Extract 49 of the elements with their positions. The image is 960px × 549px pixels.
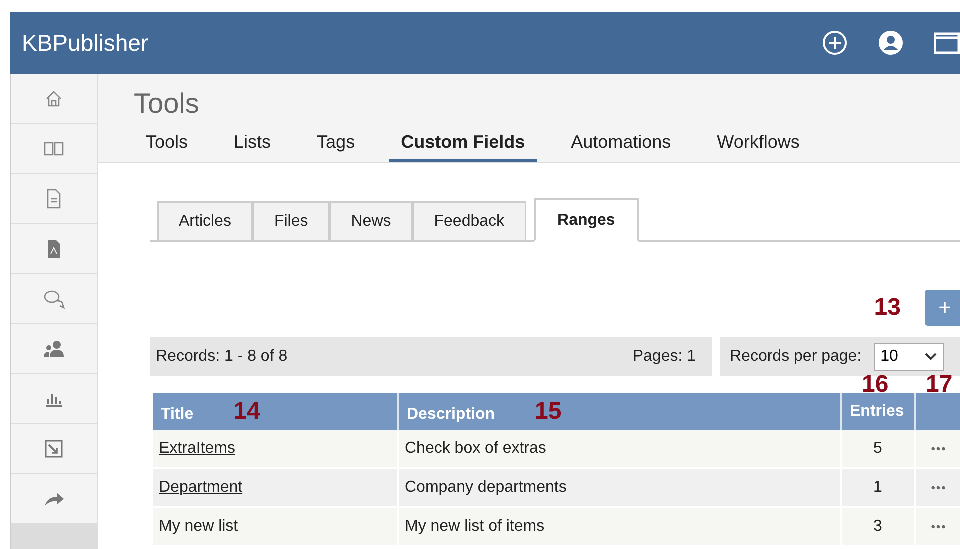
sub-tab[interactable]: Articles bbox=[157, 201, 252, 242]
share-icon bbox=[43, 490, 65, 506]
page-title: Tools bbox=[134, 88, 200, 120]
callout-number: 17 bbox=[926, 371, 953, 399]
window-icon[interactable] bbox=[934, 30, 960, 56]
entries-count: 5 bbox=[874, 440, 882, 456]
sub-tab[interactable]: News bbox=[329, 201, 412, 242]
nav-tab[interactable]: Custom Fields bbox=[389, 132, 538, 162]
sub-tab[interactable]: Files bbox=[252, 201, 330, 242]
book-icon bbox=[44, 140, 64, 156]
nav-tab[interactable]: Tools bbox=[134, 132, 200, 162]
user-icon[interactable] bbox=[878, 30, 904, 56]
description-text: Check box of extras bbox=[405, 440, 546, 456]
add-icon[interactable] bbox=[822, 30, 848, 56]
per-page-label: Records per page: bbox=[730, 348, 862, 366]
column-label: Entries bbox=[850, 402, 904, 420]
callout-number: 13 bbox=[874, 294, 901, 322]
entries-count: 1 bbox=[874, 478, 882, 496]
column-label: Title bbox=[161, 406, 194, 422]
nav-tab[interactable]: Tags bbox=[305, 132, 368, 162]
column-label: Description bbox=[407, 406, 496, 422]
nav-tab[interactable]: Automations bbox=[559, 132, 684, 162]
more-actions-button[interactable]: ••• bbox=[931, 480, 947, 494]
home-icon bbox=[45, 90, 63, 108]
users-icon bbox=[43, 340, 65, 358]
pdf-icon bbox=[46, 238, 62, 258]
pages-count: Pages: 1 bbox=[632, 348, 696, 366]
more-actions-button[interactable]: ••• bbox=[931, 442, 947, 456]
description-text: My new list of items bbox=[405, 518, 545, 534]
list-title: My new list bbox=[159, 518, 238, 534]
records-count: Records: 1 - 8 of 8 bbox=[156, 348, 288, 366]
sub-tab[interactable]: Ranges bbox=[534, 198, 640, 242]
list-title-link[interactable]: Department bbox=[159, 478, 243, 496]
description-text: Company departments bbox=[405, 478, 567, 496]
chat-icon bbox=[43, 288, 65, 308]
list-title-link[interactable]: ExtraItems bbox=[159, 440, 236, 456]
export-icon bbox=[44, 438, 64, 458]
app-title: KBPublisher bbox=[22, 30, 150, 56]
document-icon bbox=[46, 188, 62, 208]
callout-number: 14 bbox=[234, 398, 260, 424]
sub-tab[interactable]: Feedback bbox=[412, 201, 526, 242]
more-actions-button[interactable]: ••• bbox=[931, 520, 947, 534]
callout-number: 15 bbox=[535, 398, 562, 424]
chevron-down-icon bbox=[924, 352, 937, 360]
nav-tab[interactable]: Lists bbox=[222, 132, 284, 162]
entries-count: 3 bbox=[874, 518, 882, 534]
callout-number: 16 bbox=[862, 371, 889, 399]
per-page-select[interactable]: 10 bbox=[874, 342, 944, 370]
nav-tab[interactable]: Workflows bbox=[705, 132, 812, 162]
